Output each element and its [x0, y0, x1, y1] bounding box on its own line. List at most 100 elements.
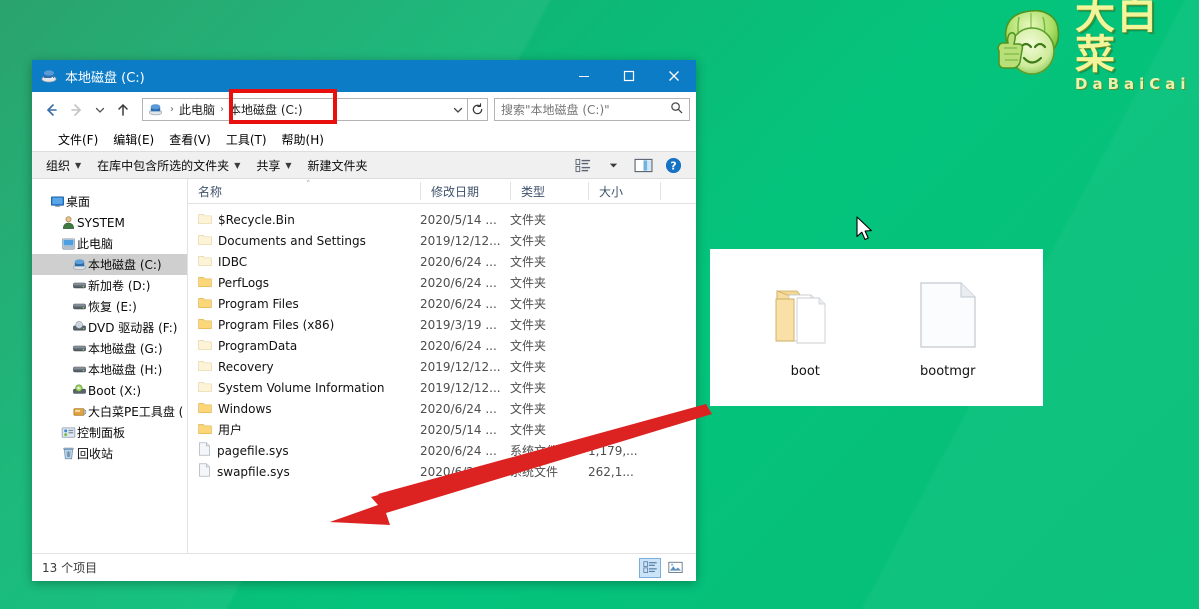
breadcrumb-item-local-disk-c[interactable]: 本地磁盘 (C:) — [227, 101, 305, 118]
sidebar-item-local-disk-h[interactable]: 本地磁盘 (H:) — [32, 359, 187, 380]
chevron-down-icon: ▼ — [285, 160, 292, 170]
table-row[interactable]: 用户 2020/5/14 ... 文件夹 — [188, 419, 696, 440]
file-name-cell: pagefile.sys — [188, 442, 420, 459]
help-circle-icon[interactable]: ? — [660, 154, 686, 176]
table-row[interactable]: pagefile.sys 2020/6/24 ... 系统文件 1,179,..… — [188, 440, 696, 461]
refresh-icon[interactable] — [467, 98, 488, 121]
toolbar-organize-button[interactable]: 组织 ▼ — [38, 154, 89, 176]
search-icon[interactable] — [670, 101, 683, 118]
menu-view[interactable]: 查看(V) — [169, 131, 211, 148]
usb-drive-icon — [70, 404, 88, 419]
close-button[interactable] — [651, 60, 696, 92]
svg-text:?: ? — [670, 159, 676, 172]
folder-icon-pale — [198, 212, 212, 228]
table-row[interactable]: Windows 2020/6/24 ... 文件夹 — [188, 398, 696, 419]
preview-pane-icon[interactable] — [630, 154, 656, 176]
toolbar-include-in-library-button[interactable]: 在库中包含所选的文件夹 ▼ — [89, 154, 248, 176]
address-dropdown-chevron-down-icon[interactable] — [448, 99, 467, 120]
sidebar-item-desktop[interactable]: 桌面 — [32, 191, 187, 212]
sidebar-item-recovery-e[interactable]: 恢复 (E:) — [32, 296, 187, 317]
table-row[interactable]: Documents and Settings 2019/12/12... 文件夹 — [188, 230, 696, 251]
file-date: 2020/6/24 ... — [420, 275, 497, 290]
file-type: 系统文件 — [510, 444, 559, 458]
folder-icon — [198, 296, 212, 312]
file-date: 2020/6/24 ... — [420, 338, 497, 353]
table-row[interactable]: Recovery 2019/12/12... 文件夹 — [188, 356, 696, 377]
file-name: 用户 — [218, 423, 243, 437]
toolbar-new-folder-button[interactable]: 新建文件夹 — [300, 154, 376, 176]
sidebar-item-this-pc[interactable]: 此电脑 — [32, 233, 187, 254]
column-header-type[interactable]: 类型 — [510, 182, 588, 200]
sidebar-item-boot-x[interactable]: Boot (X:) — [32, 380, 187, 401]
back-button[interactable] — [38, 97, 64, 123]
system-file-icon — [198, 463, 211, 480]
boot-files-panel: boot bootmgr — [710, 249, 1043, 406]
column-header-date[interactable]: 修改日期 — [420, 182, 510, 200]
window-titlebar: 本地磁盘 (C:) — [32, 60, 696, 92]
minimize-button[interactable] — [561, 60, 606, 92]
table-row[interactable]: PerfLogs 2020/6/24 ... 文件夹 — [188, 272, 696, 293]
file-size: 1,179,... — [588, 443, 638, 458]
file-date: 2020/6/24 ... — [420, 296, 497, 311]
file-name-cell: Documents and Settings — [188, 233, 420, 249]
command-toolbar: 组织 ▼ 在库中包含所选的文件夹 ▼ 共享 ▼ 新建文件夹 ? — [32, 151, 696, 179]
table-row[interactable]: $Recycle.Bin 2020/5/14 ... 文件夹 — [188, 209, 696, 230]
explorer-window: 本地磁盘 (C:) › 此电脑 › 本地磁盘 (C:) 搜索"本地磁盘 (C:)… — [32, 60, 696, 581]
file-name: Recovery — [218, 359, 274, 374]
file-name-cell: swapfile.sys — [188, 463, 420, 480]
bootmgr-file-item[interactable]: bootmgr — [893, 277, 1003, 379]
forward-button[interactable] — [64, 97, 90, 123]
sidebar-item-control-panel[interactable]: 控制面板 — [32, 422, 187, 443]
sidebar-item-dabaicai-pe[interactable]: 大白菜PE工具盘 ( — [32, 401, 187, 422]
column-header-name[interactable]: 名称 — [188, 182, 420, 200]
file-type: 文件夹 — [510, 255, 547, 269]
recycle-bin-icon — [59, 446, 77, 461]
maximize-button[interactable] — [606, 60, 651, 92]
sidebar-item-dvd-drive-f[interactable]: DVD 驱动器 (F:) — [32, 317, 187, 338]
file-type: 系统文件 — [510, 465, 559, 479]
large-icons-view-icon[interactable] — [664, 558, 686, 578]
file-type: 文件夹 — [510, 381, 547, 395]
breadcrumb-item-this-pc[interactable]: 此电脑 — [177, 101, 217, 118]
toolbar-share-button[interactable]: 共享 ▼ — [248, 154, 299, 176]
file-list-pane: 名称 修改日期 类型 大小 ˄ $Recycle.Bin 2020/5/14 .… — [188, 179, 696, 553]
folder-icon — [198, 275, 212, 291]
file-date: 2019/12/12... — [420, 233, 501, 248]
sidebar-label-recycle-bin: 回收站 — [77, 447, 114, 461]
search-input[interactable]: 搜索"本地磁盘 (C:)" — [494, 98, 690, 121]
sidebar-label-new-volume-d: 新加卷 (D:) — [88, 279, 151, 293]
breadcrumb-separator: › — [170, 104, 174, 115]
list-view-icon[interactable] — [570, 154, 596, 176]
table-row[interactable]: IDBC 2020/6/24 ... 文件夹 — [188, 251, 696, 272]
file-name: Program Files — [218, 296, 299, 311]
address-bar: › 此电脑 › 本地磁盘 (C:) 搜索"本地磁盘 (C:)" — [32, 92, 696, 127]
file-name: pagefile.sys — [217, 443, 289, 458]
boot-folder-item[interactable]: boot — [750, 277, 860, 379]
view-options-chevron-down-icon[interactable] — [600, 154, 626, 176]
window-body: 桌面 SYSTEM 此电脑 本地磁盘 (C:) 新加卷 (D:) 恢复 (E:)… — [32, 179, 696, 553]
recent-locations-button[interactable] — [90, 97, 110, 123]
table-row[interactable]: ProgramData 2020/6/24 ... 文件夹 — [188, 335, 696, 356]
computer-icon — [59, 236, 77, 251]
sidebar-item-system[interactable]: SYSTEM — [32, 212, 187, 233]
menu-file[interactable]: 文件(F) — [58, 131, 98, 148]
column-header-size[interactable]: 大小 — [588, 182, 660, 200]
folder-icon — [198, 317, 212, 333]
bootmgr-file-label: bootmgr — [919, 363, 976, 379]
sidebar-item-recycle-bin[interactable]: 回收站 — [32, 443, 187, 464]
boot-folder-label: boot — [790, 363, 820, 379]
menu-help[interactable]: 帮助(H) — [282, 131, 324, 148]
table-row[interactable]: Program Files 2020/6/24 ... 文件夹 — [188, 293, 696, 314]
details-view-icon[interactable] — [639, 557, 661, 578]
menu-edit[interactable]: 编辑(E) — [113, 131, 154, 148]
table-row[interactable]: swapfile.sys 2020/6/24 ... 系统文件 262,1... — [188, 461, 696, 482]
sidebar-item-new-volume-d[interactable]: 新加卷 (D:) — [32, 275, 187, 296]
menu-tools[interactable]: 工具(T) — [226, 131, 267, 148]
address-input[interactable]: › 此电脑 › 本地磁盘 (C:) — [142, 98, 468, 121]
sidebar-item-local-disk-c[interactable]: 本地磁盘 (C:) — [32, 254, 187, 275]
up-button[interactable] — [110, 97, 136, 123]
sidebar-item-local-disk-g[interactable]: 本地磁盘 (G:) — [32, 338, 187, 359]
table-row[interactable]: Program Files (x86) 2019/3/19 ... 文件夹 — [188, 314, 696, 335]
file-name: System Volume Information — [218, 380, 385, 395]
table-row[interactable]: System Volume Information 2019/12/12... … — [188, 377, 696, 398]
